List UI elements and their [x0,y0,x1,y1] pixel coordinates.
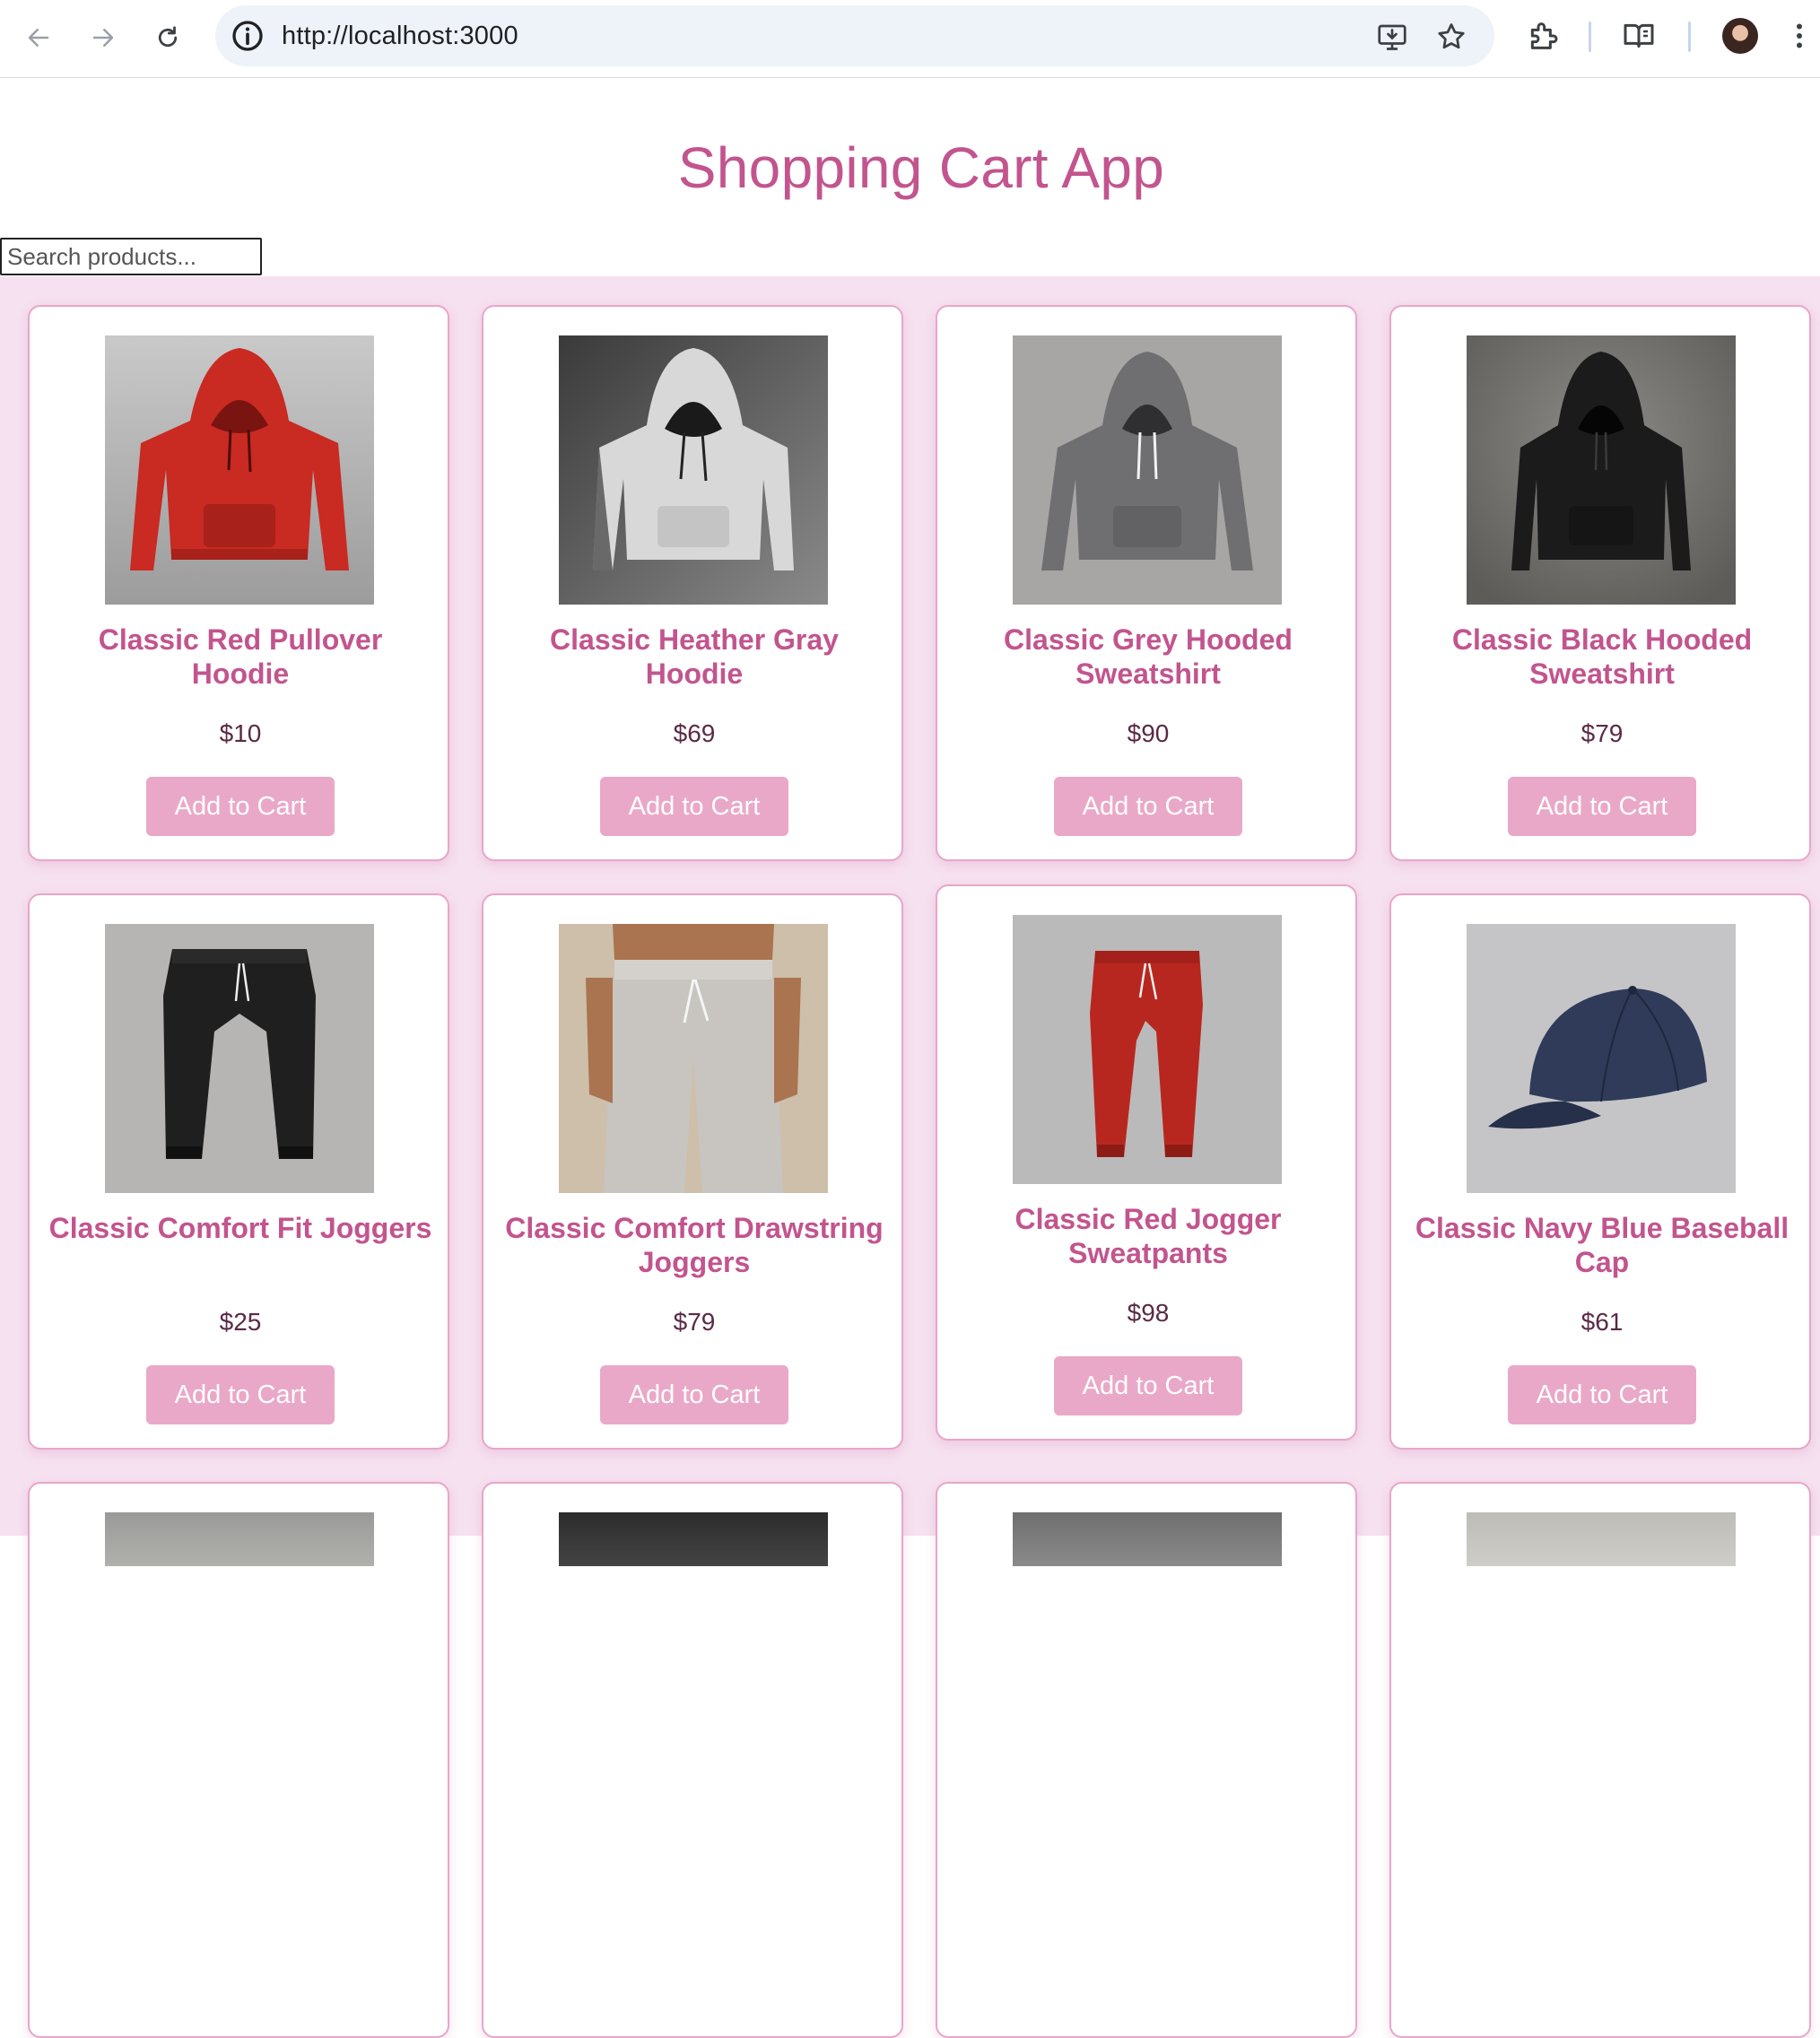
product-name: Classic Heather Gray Hoodie [550,623,839,690]
reload-icon [158,26,178,48]
product-card: Classic Comfort Fit Joggers $25 Add to C… [28,893,449,1450]
product-price: $79 [1581,719,1624,747]
product-card [936,1482,1357,2038]
product-card: Classic Heather Gray Hoodie $69 Add to C… [482,305,903,861]
address-bar[interactable]: http://localhost:3000 [215,5,1494,66]
product-price: $98 [1127,1299,1170,1327]
product-price: $61 [1581,1308,1624,1336]
kebab-menu-icon[interactable] [1783,18,1816,54]
product-image-black-joggers[interactable] [105,924,374,1193]
reading-mode-icon[interactable] [1621,18,1657,54]
product-card [1389,1482,1811,2038]
arrow-right-icon [92,29,114,47]
product-card: Classic Comfort Drawstring Joggers $79 A… [482,893,903,1450]
product-price: $79 [673,1308,716,1336]
product-price: $25 [219,1308,262,1336]
product-name: Classic Grey Hooded Sweatshirt [1004,623,1293,690]
product-image-heather-gray-hoodie[interactable] [559,335,828,605]
back-button[interactable] [15,16,62,59]
page-title: Shopping Cart App [677,135,1165,200]
bookmark-star-icon[interactable] [1435,21,1467,53]
product-image-red-hoodie[interactable] [105,335,374,605]
product-card [482,1482,903,2038]
extensions-puzzle-icon[interactable] [1525,18,1561,54]
product-name: Classic Red Pullover Hoodie [98,623,383,690]
product-image[interactable] [105,1512,374,1566]
toolbar-divider [1589,22,1591,52]
toolbar-divider [1688,22,1691,52]
add-to-cart-button[interactable]: Add to Cart [146,777,335,836]
product-price: $69 [673,719,716,747]
browser-toolbar: http://localhost:3000 [0,0,1820,78]
product-price: $10 [219,719,262,747]
product-image-black-hooded-sweatshirt[interactable] [1467,335,1736,605]
product-name: Classic Comfort Drawstring Joggers [505,1212,884,1278]
add-to-cart-button[interactable]: Add to Cart [1508,1365,1696,1424]
arrow-left-icon [28,29,49,47]
site-info-icon[interactable] [230,18,266,54]
add-to-cart-button[interactable]: Add to Cart [1508,777,1696,836]
product-image-red-jogger-sweatpants[interactable] [1013,915,1282,1184]
product-name: Classic Navy Blue Baseball Cap [1415,1212,1790,1278]
product-card: Classic Red Jogger Sweatpants $98 Add to… [936,884,1357,1441]
product-image[interactable] [559,1512,828,1566]
product-image[interactable] [1013,1512,1282,1566]
product-price: $90 [1127,719,1170,747]
search-input[interactable] [0,238,262,275]
reload-button[interactable] [144,16,191,59]
product-name: Classic Comfort Fit Joggers [48,1212,432,1244]
add-to-cart-button[interactable]: Add to Cart [600,777,788,836]
product-image-grey-hooded-sweatshirt[interactable] [1013,335,1282,605]
url-text[interactable]: http://localhost:3000 [282,22,518,51]
forward-button[interactable] [80,16,126,59]
add-to-cart-button[interactable]: Add to Cart [1054,777,1242,836]
add-to-cart-button[interactable]: Add to Cart [146,1365,335,1424]
install-app-icon[interactable] [1376,21,1408,53]
profile-avatar[interactable] [1722,18,1758,54]
product-image-navy-baseball-cap[interactable] [1467,924,1736,1193]
product-image[interactable] [1467,1512,1736,1566]
product-name: Classic Black Hooded Sweatshirt [1451,623,1753,690]
product-image-beige-drawstring-joggers[interactable] [559,924,828,1193]
product-card: Classic Black Hooded Sweatshirt $79 Add … [1389,305,1811,861]
add-to-cart-button[interactable]: Add to Cart [600,1365,788,1424]
product-name: Classic Red Jogger Sweatpants [1014,1203,1282,1269]
product-card: Classic Red Pullover Hoodie $10 Add to C… [28,305,449,861]
product-card: Classic Grey Hooded Sweatshirt $90 Add t… [936,305,1357,861]
product-card: Classic Navy Blue Baseball Cap $61 Add t… [1389,893,1811,1450]
add-to-cart-button[interactable]: Add to Cart [1054,1356,1242,1415]
product-card [28,1482,449,2038]
